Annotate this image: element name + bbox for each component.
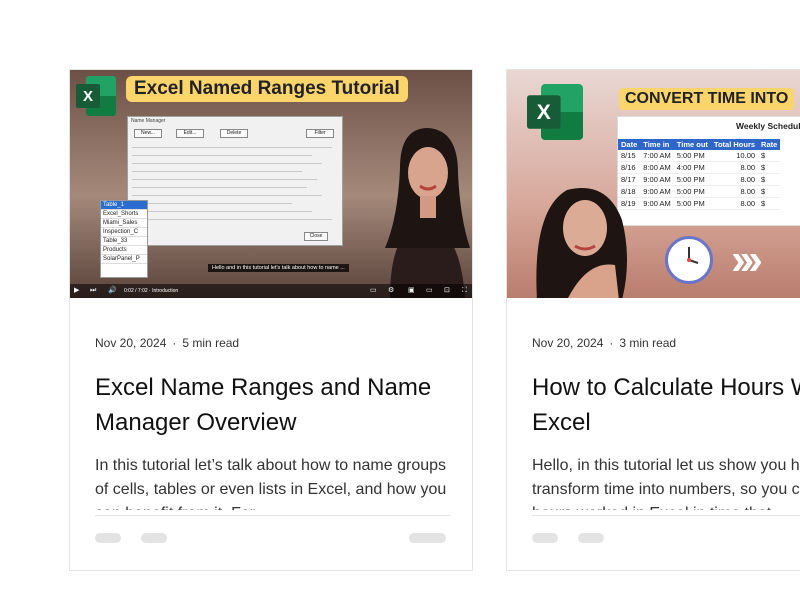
table-cell: 7:00 AM bbox=[640, 150, 674, 162]
table-cell: 5:00 PM bbox=[673, 185, 711, 198]
range-item: Inspection_C bbox=[101, 228, 147, 237]
dialog-title: Name Manager bbox=[131, 118, 166, 124]
excel-logo-icon: X bbox=[76, 76, 116, 116]
post-date: Nov 20, 2024 bbox=[532, 336, 604, 350]
range-item: Table_1 bbox=[101, 201, 147, 210]
presenter-image bbox=[385, 128, 470, 298]
card-divider bbox=[95, 515, 450, 516]
video-caption: Hello and in this tutorial let's talk ab… bbox=[208, 264, 349, 272]
post-excerpt: Hello, in this tutorial let us show you … bbox=[532, 457, 800, 510]
schedule-header: Time in bbox=[640, 139, 674, 150]
range-item: Products bbox=[101, 246, 147, 255]
subtitles-icon[interactable]: ▭ bbox=[370, 287, 377, 295]
range-item: Table_33 bbox=[101, 237, 147, 246]
views-placeholder bbox=[95, 533, 121, 543]
range-item: Miami_Sales bbox=[101, 219, 147, 228]
table-cell: 8.00 bbox=[710, 173, 759, 186]
views-placeholder bbox=[532, 533, 558, 543]
dialog-delete-button: Delete bbox=[220, 129, 248, 138]
volume-icon[interactable]: 🔊 bbox=[108, 287, 117, 295]
read-time: 5 min read bbox=[182, 336, 240, 350]
table-cell: 5:00 PM bbox=[673, 150, 711, 162]
table-row: 8/19 9:00 AM 5:00 PM 8.00 $ bbox=[618, 197, 781, 210]
table-cell: $ bbox=[758, 197, 781, 210]
table-cell: 4:00 PM bbox=[673, 161, 711, 174]
miniplayer-icon[interactable]: ▣ bbox=[408, 287, 415, 295]
table-cell: $ bbox=[758, 185, 781, 198]
dialog-close-button: Close bbox=[304, 232, 328, 241]
presenter-image bbox=[536, 188, 627, 298]
post-excerpt: In this tutorial let’s talk about how to… bbox=[95, 457, 447, 510]
thumbnail-banner: CONVERT TIME INTO bbox=[619, 88, 795, 110]
table-row: 8/16 8:00 AM 4:00 PM 8.00 $ bbox=[618, 161, 781, 174]
table-cell: 10.00 bbox=[710, 150, 759, 162]
table-cell: 5:00 PM bbox=[673, 173, 711, 186]
table-row: 8/18 9:00 AM 5:00 PM 8.00 $ bbox=[618, 185, 781, 198]
post-title[interactable]: Excel Name Ranges and Name Manager Overv… bbox=[95, 370, 472, 440]
schedule-header: Total Hours bbox=[710, 139, 759, 150]
card-divider bbox=[532, 515, 800, 516]
likes-placeholder[interactable] bbox=[409, 533, 446, 543]
settings-icon[interactable]: ⚙ bbox=[388, 287, 394, 295]
table-cell: 9:00 AM bbox=[640, 197, 674, 210]
schedule-title: Weekly Schedule bbox=[736, 121, 800, 131]
blog-post-card-1[interactable]: X Excel Named Ranges Tutorial Name Manag… bbox=[69, 69, 473, 571]
dialog-filter-button: Filter bbox=[306, 129, 334, 138]
meta-separator: · bbox=[172, 336, 177, 350]
range-dropdown-list: Table_1 Excel_Shorts Miami_Sales Inspect… bbox=[100, 200, 148, 278]
post-title[interactable]: How to Calculate Hours Worked in Excel bbox=[532, 370, 800, 440]
schedule-header: Date bbox=[618, 139, 641, 150]
blog-post-card-2[interactable]: X CONVERT TIME INTO Weekly Schedule Date… bbox=[506, 69, 800, 571]
arrow-chevrons-icon: ››› bbox=[731, 235, 763, 284]
excel-logo-icon: X bbox=[527, 84, 583, 140]
table-cell: 8:00 AM bbox=[640, 161, 674, 174]
player-time: 0:02 / 7:02 · Introduction bbox=[124, 288, 179, 294]
range-item: Excel_Shorts bbox=[101, 210, 147, 219]
range-item: SolarPanel_P bbox=[101, 255, 147, 264]
thumbnail-banner: Excel Named Ranges Tutorial bbox=[126, 76, 408, 102]
post-thumbnail[interactable]: X Excel Named Ranges Tutorial Name Manag… bbox=[70, 70, 472, 298]
play-icon[interactable]: ▶ bbox=[74, 287, 79, 295]
post-thumbnail[interactable]: X CONVERT TIME INTO Weekly Schedule Date… bbox=[507, 70, 800, 298]
comments-placeholder bbox=[578, 533, 604, 543]
meta-separator: · bbox=[609, 336, 614, 350]
post-date: Nov 20, 2024 bbox=[95, 336, 167, 350]
table-cell: $ bbox=[758, 173, 781, 186]
name-manager-dialog: Name Manager New... Edit... Delete Filte… bbox=[127, 116, 343, 246]
table-cell: 8.00 bbox=[710, 161, 759, 174]
theater-icon[interactable]: ▭ bbox=[426, 287, 433, 295]
cast-icon[interactable]: ⊡ bbox=[444, 287, 450, 295]
table-cell: $ bbox=[758, 161, 781, 174]
table-cell: 8.00 bbox=[710, 197, 759, 210]
post-meta: Nov 20, 2024 · 3 min read bbox=[532, 336, 676, 350]
read-time: 3 min read bbox=[619, 336, 677, 350]
comments-placeholder bbox=[141, 533, 167, 543]
dialog-edit-button: Edit... bbox=[176, 129, 204, 138]
dialog-new-button: New... bbox=[134, 129, 162, 138]
schedule-header: Time out bbox=[673, 139, 711, 150]
video-player-controls[interactable]: ▶ ⏭ 🔊 0:02 / 7:02 · Introduction ▭ ⚙ ▣ ▭… bbox=[70, 284, 472, 298]
post-meta: Nov 20, 2024 · 5 min read bbox=[95, 336, 239, 350]
table-cell: 8.00 bbox=[710, 185, 759, 198]
table-cell: 5:00 PM bbox=[673, 197, 711, 210]
table-cell: 9:00 AM bbox=[640, 173, 674, 186]
fullscreen-icon[interactable]: ⛶ bbox=[462, 287, 467, 295]
table-cell: $ bbox=[758, 150, 781, 162]
table-row: 8/17 9:00 AM 5:00 PM 8.00 $ bbox=[618, 173, 781, 186]
table-cell: 9:00 AM bbox=[640, 185, 674, 198]
next-icon[interactable]: ⏭ bbox=[90, 287, 96, 295]
clock-icon bbox=[665, 236, 713, 284]
schedule-header: Rate bbox=[758, 139, 781, 150]
weekly-schedule-table: Weekly Schedule Date Time in Time out To… bbox=[617, 116, 800, 226]
table-row: 8/15 7:00 AM 5:00 PM 10.00 $ bbox=[618, 150, 781, 162]
